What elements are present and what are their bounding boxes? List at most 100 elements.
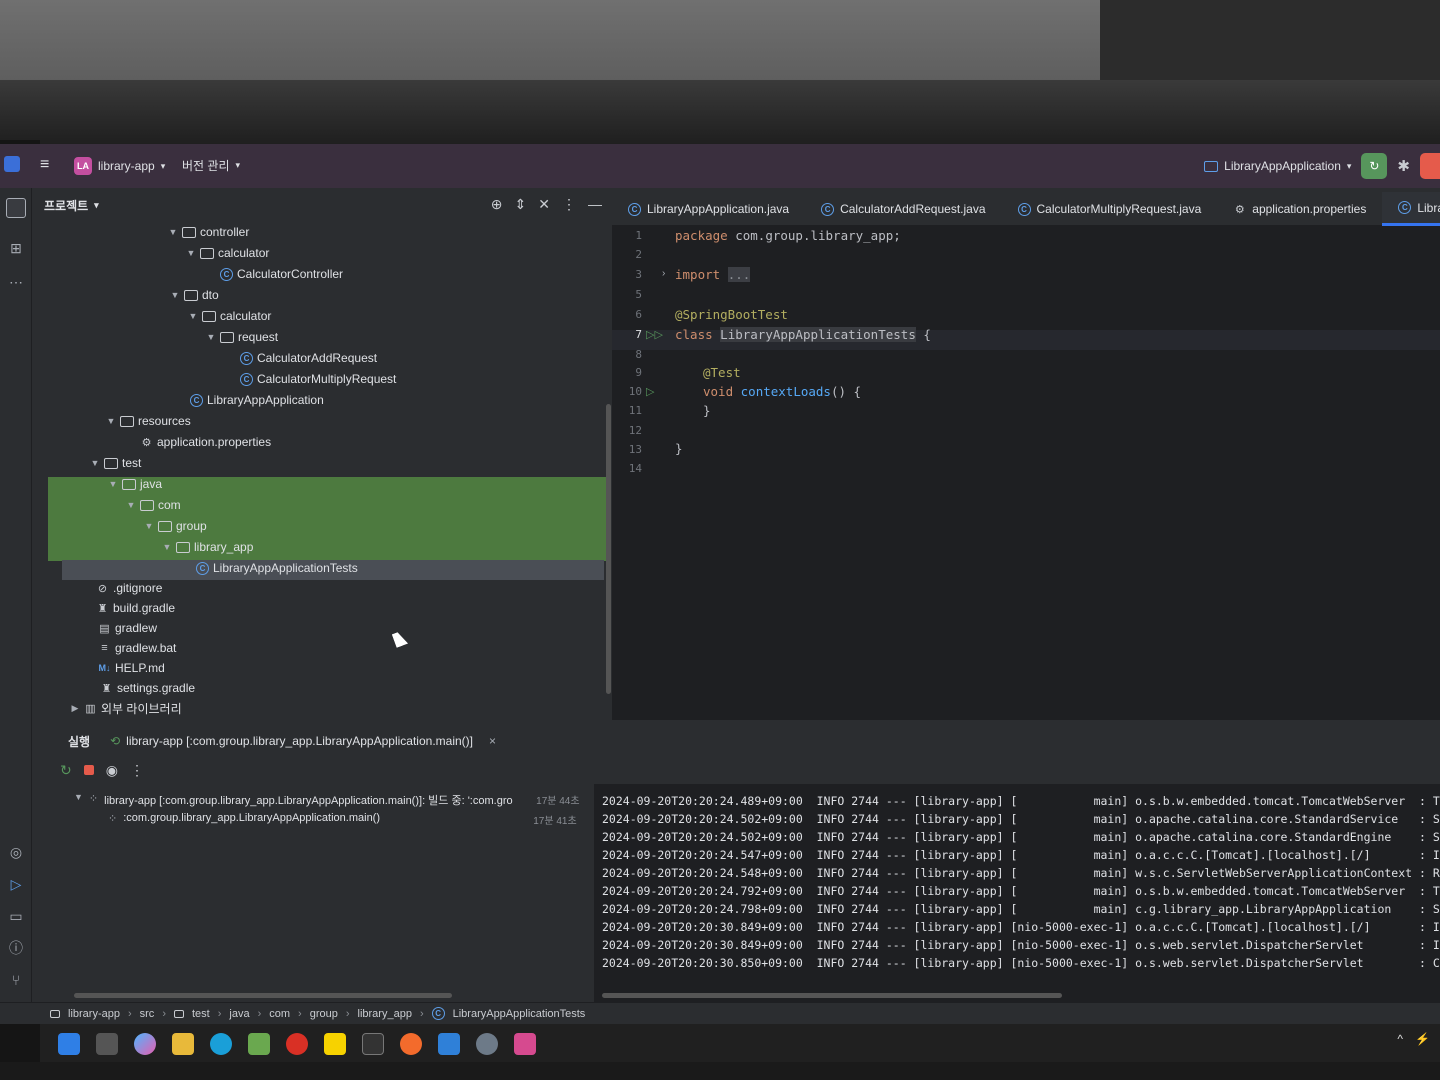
tree-node[interactable]: ▼ test [90, 453, 142, 473]
tree-node[interactable]: ⚙ application.properties [140, 432, 272, 452]
close-icon[interactable]: × [489, 734, 496, 748]
tray-app-icon[interactable]: ⚡ [1415, 1032, 1430, 1046]
breadcrumb-item[interactable]: com [269, 1008, 290, 1020]
tree-node[interactable]: ▼ request [206, 327, 279, 347]
tab-calculator-add-request[interactable]: C CalculatorAddRequest.java [805, 192, 1001, 226]
tab-library-app-application[interactable]: C LibraryAppApplication.java [612, 192, 805, 226]
structure-icon[interactable]: ⊞ [6, 238, 26, 258]
git-icon[interactable]: ⑂ [6, 970, 26, 990]
chrome-icon[interactable] [286, 1033, 308, 1055]
vscode-icon[interactable] [438, 1033, 460, 1055]
rerun-icon[interactable]: ↻ [60, 762, 72, 779]
postman-icon[interactable] [400, 1033, 422, 1055]
tree-node[interactable]: ♜ settings.gradle [100, 678, 195, 698]
tree-node[interactable]: C CalculatorController [220, 264, 343, 284]
expand-icon[interactable]: ⇕ [515, 196, 527, 213]
run-tree-scrollbar[interactable] [74, 993, 452, 998]
locate-icon[interactable]: ⊕ [491, 196, 503, 213]
project-switcher[interactable]: LA library-app ▾ [74, 157, 165, 175]
tree-node[interactable]: ♜ build.gradle [96, 598, 175, 618]
settings-icon[interactable] [476, 1033, 498, 1055]
app-icon[interactable] [4, 156, 20, 172]
copilot-icon[interactable] [134, 1033, 156, 1055]
project-scrollbar[interactable] [606, 404, 611, 694]
chevron-down-icon[interactable]: ▾ [94, 200, 99, 211]
chevron-up-icon[interactable]: ^ [1397, 1032, 1403, 1046]
options-icon[interactable]: ⋮ [130, 762, 144, 779]
run-console[interactable]: 2024-09-20T20:20:24.489+09:00 INFO 2744 … [594, 784, 1440, 1004]
tree-node[interactable]: ⊘ .gitignore [96, 578, 162, 598]
run-tab[interactable]: ⟲ library-app [:com.group.library_app.Li… [110, 734, 496, 748]
edge-browser-icon[interactable] [210, 1033, 232, 1055]
tree-node[interactable]: C CalculatorAddRequest [240, 348, 377, 368]
tab-library-app-application-tests[interactable]: C LibraryAppAp [1382, 192, 1440, 226]
windows-start-icon[interactable] [58, 1033, 80, 1055]
breadcrumb-item[interactable]: library-app [68, 1008, 120, 1020]
tree-node[interactable]: ▼ controller [168, 222, 250, 242]
terminal-icon[interactable]: ▭ [6, 906, 26, 926]
options-icon[interactable]: ⋮ [562, 196, 576, 213]
tree-node[interactable]: ▼ calculator [186, 243, 270, 263]
chevron-down-icon: ▼ [106, 416, 116, 426]
code-editor[interactable]: 1 2 3 5 6 7 8 9 10 11 12 13 14 ▷▷ ▷ › pa… [612, 226, 1440, 720]
fold-chevron-icon[interactable]: › [662, 268, 665, 279]
console-scrollbar[interactable] [602, 993, 1062, 998]
file-explorer-icon[interactable] [172, 1033, 194, 1055]
tree-node[interactable]: ▼ dto [170, 285, 219, 305]
breadcrumb-item[interactable]: library_app [358, 1008, 412, 1020]
run-config-selector[interactable]: LibraryAppApplication ▾ [1204, 159, 1351, 173]
project-panel-title[interactable]: 프로젝트 [44, 197, 88, 214]
minimize-icon[interactable]: — [588, 196, 602, 213]
main-menu-icon[interactable]: ≡ [40, 156, 49, 174]
vcs-menu[interactable]: 버전 관리 ▾ [182, 157, 240, 174]
folder-icon [104, 457, 118, 469]
breadcrumb-item[interactable]: group [310, 1008, 338, 1020]
debug-button[interactable]: ✱ [1397, 157, 1410, 175]
run-tree-item[interactable]: ⁘ :com.group.library_app.LibraryAppAppli… [108, 812, 577, 827]
folded-imports[interactable]: ... [727, 267, 751, 282]
stop-icon[interactable] [83, 765, 94, 775]
run-panel-label[interactable]: 실행 [68, 733, 90, 750]
tree-node[interactable]: C LibraryAppApplication [190, 390, 324, 410]
run-gutter-icon[interactable]: ▷ [646, 385, 654, 398]
breadcrumb-item[interactable]: src [140, 1008, 155, 1020]
services-icon[interactable]: ◎ [6, 842, 26, 862]
tree-node[interactable]: ▼ com [126, 495, 181, 515]
tree-node[interactable]: ▼ library_app [162, 537, 254, 557]
app-icon[interactable] [248, 1033, 270, 1055]
tree-node[interactable]: M↓ HELP.md [98, 658, 165, 678]
chevron-down-icon: ▾ [160, 160, 166, 171]
tree-node[interactable]: C CalculatorMultiplyRequest [240, 369, 396, 389]
tree-node[interactable]: C LibraryAppApplicationTests [196, 558, 358, 578]
run-gutter-icon[interactable]: ▷▷ [646, 328, 663, 341]
tree-node[interactable]: ▼ java [108, 474, 162, 494]
stop-button[interactable] [1420, 153, 1440, 179]
breadcrumb-item[interactable]: java [229, 1008, 249, 1020]
collapse-icon[interactable]: ✕ [538, 196, 550, 213]
more-icon[interactable]: ⋯ [6, 272, 26, 292]
tree-node[interactable]: ▼ group [144, 516, 207, 536]
eye-icon[interactable]: ◉ [106, 762, 118, 779]
run-button[interactable]: ↻ [1361, 153, 1388, 179]
run-tree-item[interactable]: ▼ ⁘ library-app [:com.group.library_app.… [74, 792, 580, 808]
breadcrumb-item[interactable]: test [192, 1008, 210, 1020]
tree-node-label: controller [200, 225, 250, 239]
intellij-icon[interactable] [514, 1033, 536, 1055]
tree-node[interactable]: ▼ resources [106, 411, 191, 431]
kakaotalk-icon[interactable] [324, 1033, 346, 1055]
tree-node[interactable]: ≡ gradlew.bat [98, 638, 176, 658]
chevron-right-icon: › [162, 1007, 166, 1020]
task-view-icon[interactable] [96, 1033, 118, 1055]
tree-node[interactable]: ▤ gradlew [98, 618, 157, 638]
breadcrumb-item[interactable]: LibraryAppApplicationTests [453, 1008, 586, 1020]
folder-icon[interactable] [6, 198, 26, 218]
line-number: 6 [635, 308, 642, 321]
run-icon[interactable]: ▷ [6, 874, 26, 894]
tree-node[interactable]: ▼ calculator [188, 306, 272, 326]
tab-application-properties[interactable]: ⚙ application.properties [1217, 192, 1382, 226]
tab-calculator-multiply-request[interactable]: C CalculatorMultiplyRequest.java [1002, 192, 1218, 226]
terminal-app-icon[interactable] [362, 1033, 384, 1055]
problems-icon[interactable]: ⓘ [6, 938, 26, 958]
tree-node-label: gradlew.bat [115, 641, 177, 655]
tree-node[interactable]: ▶ ▥ 외부 라이브러리 [70, 698, 182, 718]
